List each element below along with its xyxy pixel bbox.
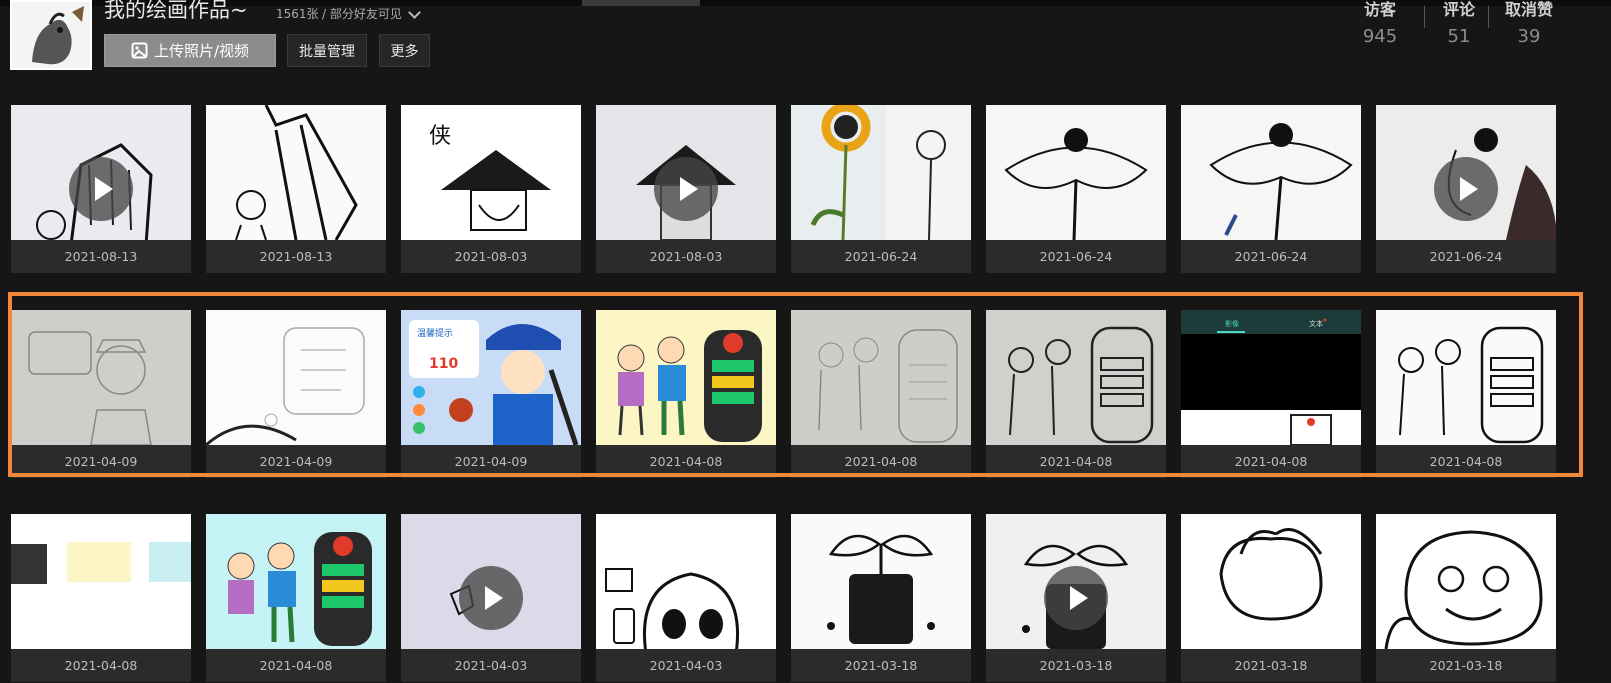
photo-date: 2021-08-13 <box>206 240 386 273</box>
photo-date: 2021-04-03 <box>596 649 776 682</box>
stat-label: 访客 <box>1363 0 1396 19</box>
photo-tile[interactable]: 2021-04-03 <box>596 514 776 682</box>
stat-value: 51 <box>1447 26 1471 47</box>
photo-thumbnail <box>11 514 191 649</box>
photo-date: 2021-03-18 <box>1376 649 1556 682</box>
photo-thumbnail: 侠 <box>401 105 581 240</box>
photo-thumbnail <box>596 514 776 649</box>
stat-value: 39 <box>1517 26 1541 47</box>
batch-manage-button[interactable]: 批量管理 <box>287 34 367 67</box>
photo-tile[interactable]: 2021-06-24 <box>986 105 1166 273</box>
photo-tile[interactable]: 2021-03-18 <box>986 514 1166 682</box>
upload-button-label: 上传照片/视频 <box>153 42 250 60</box>
photo-date: 2021-08-03 <box>401 240 581 273</box>
photo-thumbnail <box>791 105 971 240</box>
photo-tile[interactable]: 2021-06-24 <box>1376 105 1556 273</box>
photo-tile[interactable]: 2021-03-18 <box>791 514 971 682</box>
album-visibility-dropdown[interactable]: / 部分好友可见 <box>322 5 421 22</box>
photo-thumbnail <box>206 105 386 240</box>
photo-date: 2021-04-08 <box>11 649 191 682</box>
upload-button[interactable]: 上传照片/视频 <box>104 34 276 67</box>
photo-date: 2021-06-24 <box>986 240 1166 273</box>
photo-date: 2021-06-24 <box>1376 240 1556 273</box>
album-cover-avatar[interactable] <box>10 0 92 70</box>
play-icon[interactable] <box>459 566 523 630</box>
stat-unlikes[interactable]: 取消赞 39 <box>1489 0 1569 47</box>
photo-thumbnail <box>791 514 971 649</box>
photo-tile[interactable]: 2021-03-18 <box>1181 514 1361 682</box>
stat-comments[interactable]: 评论 51 <box>1434 0 1484 47</box>
photo-tile[interactable]: 2021-04-08 <box>11 514 191 682</box>
selection-highlight <box>8 292 1583 477</box>
photo-date: 2021-03-18 <box>1181 649 1361 682</box>
stat-value: 945 <box>1362 26 1398 47</box>
chevron-down-icon <box>407 5 421 19</box>
photo-tile[interactable]: 2021-04-03 <box>401 514 581 682</box>
photo-tile[interactable]: 2021-06-24 <box>791 105 971 273</box>
photo-date: 2021-03-18 <box>791 649 971 682</box>
photo-date: 2021-03-18 <box>986 649 1166 682</box>
photo-tile[interactable]: 2021-08-03 <box>596 105 776 273</box>
photo-thumbnail <box>206 514 386 649</box>
photo-date: 2021-08-13 <box>11 240 191 273</box>
photo-tile[interactable]: 2021-08-13 <box>206 105 386 273</box>
album-visibility-label: / 部分好友可见 <box>322 7 402 21</box>
photo-thumbnail <box>1181 514 1361 649</box>
more-button[interactable]: 更多 <box>379 34 430 67</box>
photo-tile[interactable]: 侠 2021-08-03 <box>401 105 581 273</box>
photo-date: 2021-06-24 <box>1181 240 1361 273</box>
stat-visitors[interactable]: 访客 945 <box>1355 0 1405 47</box>
photo-tile[interactable]: 2021-08-13 <box>11 105 191 273</box>
stat-label: 评论 <box>1442 0 1475 19</box>
stat-label: 取消赞 <box>1504 0 1553 19</box>
play-icon[interactable] <box>69 157 133 221</box>
play-icon[interactable] <box>654 157 718 221</box>
top-tab-indicator[interactable] <box>582 0 700 6</box>
play-icon[interactable] <box>1044 566 1108 630</box>
thumb-calligraphy: 侠 <box>429 124 451 149</box>
stat-divider <box>1424 6 1425 28</box>
image-upload-icon <box>131 42 148 59</box>
photo-tile[interactable]: 2021-04-08 <box>206 514 386 682</box>
photo-date: 2021-04-08 <box>206 649 386 682</box>
album-photo-count: 1561张 <box>276 7 319 21</box>
photo-tile[interactable]: 2021-03-18 <box>1376 514 1556 682</box>
photo-thumbnail <box>1376 514 1556 649</box>
photo-date: 2021-04-03 <box>401 649 581 682</box>
photo-thumbnail <box>986 105 1166 240</box>
photo-tile[interactable]: 2021-06-24 <box>1181 105 1361 273</box>
play-icon[interactable] <box>1434 157 1498 221</box>
photo-date: 2021-06-24 <box>791 240 971 273</box>
photo-thumbnail <box>1181 105 1361 240</box>
photo-date: 2021-08-03 <box>596 240 776 273</box>
album-title: 我的绘画作品~ <box>104 0 248 22</box>
